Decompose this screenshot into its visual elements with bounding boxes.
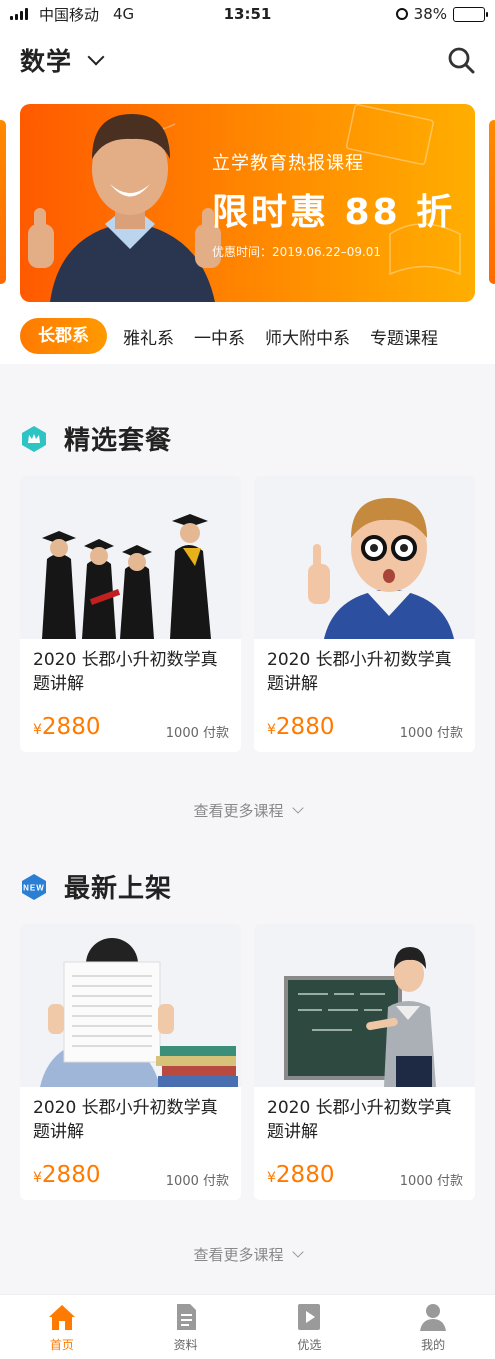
bottom-navigation: 首页 资料 优选 我的 xyxy=(0,1294,495,1359)
currency-symbol: ¥ xyxy=(267,1170,276,1186)
course-card[interactable]: 2020 长郡小升初数学真题讲解 ¥2880 1000 付款 xyxy=(20,476,241,752)
next-banner-peek[interactable] xyxy=(489,120,495,284)
price-value: 2880 xyxy=(275,714,335,740)
course-price: ¥2880 xyxy=(267,1162,334,1188)
price-value: 2880 xyxy=(41,1162,101,1188)
paid-count: 1000 付款 xyxy=(399,726,463,741)
featured-title: 精选套餐 xyxy=(64,426,173,456)
graduates-photo xyxy=(20,476,241,639)
tab-shidafuzhong[interactable]: 师大附中系 xyxy=(261,324,354,349)
teacher-at-blackboard-photo xyxy=(254,924,475,1087)
course-card[interactable]: 2020 长郡小升初数学真题讲解 ¥2880 1000 付款 xyxy=(254,476,475,752)
clock: 13:51 xyxy=(223,5,272,23)
chevron-down-icon[interactable] xyxy=(87,48,105,66)
course-price: ¥2880 xyxy=(33,714,100,740)
currency-symbol: ¥ xyxy=(33,1170,42,1186)
currency-symbol: ¥ xyxy=(33,722,42,738)
featured-section-title: 精选套餐 xyxy=(20,420,172,457)
paid-count: 1000 付款 xyxy=(165,1174,229,1189)
battery-icon xyxy=(453,6,488,22)
subject-selector[interactable]: 数学 xyxy=(20,42,72,78)
user-icon xyxy=(420,1304,447,1331)
banner-carousel[interactable]: 立学教育热报课程 限时惠 88 折 优惠时间：2019.06.22–09.01 xyxy=(0,92,495,308)
network-type: 4G xyxy=(113,5,135,23)
nav-label: 资料 xyxy=(173,1338,198,1352)
nav-label: 首页 xyxy=(49,1338,74,1352)
student-with-test-paper-photo xyxy=(20,924,241,1087)
featured-see-more[interactable]: 查看更多课程 xyxy=(0,800,495,821)
paid-count: 1000 付款 xyxy=(165,726,229,741)
tab-changjun[interactable]: 长郡系 xyxy=(20,318,107,354)
nav-home[interactable]: 首页 xyxy=(0,1295,124,1359)
banner-subtitle: 立学教育热报课程 xyxy=(212,153,364,174)
paid-count: 1000 付款 xyxy=(399,1174,463,1189)
alarm-icon xyxy=(395,8,408,20)
status-bar: 中国移动 4G 13:51 38% xyxy=(0,0,495,28)
course-title: 2020 长郡小升初数学真题讲解 xyxy=(267,650,452,694)
signal-icon xyxy=(10,8,28,20)
course-card[interactable]: 2020 长郡小升初数学真题讲解 ¥2880 1000 付款 xyxy=(20,924,241,1200)
nav-label: 我的 xyxy=(421,1338,446,1352)
nav-mine[interactable]: 我的 xyxy=(371,1295,495,1359)
course-title: 2020 长郡小升初数学真题讲解 xyxy=(33,1098,218,1142)
tab-yizhong[interactable]: 一中系 xyxy=(190,324,249,349)
newest-see-more[interactable]: 查看更多课程 xyxy=(0,1244,495,1265)
see-more-label: 查看更多课程 xyxy=(193,1246,284,1264)
prev-banner-peek[interactable] xyxy=(0,120,6,284)
header: 数学 xyxy=(0,28,495,92)
tab-special-courses[interactable]: 专题课程 xyxy=(366,324,442,349)
video-book-icon xyxy=(298,1304,321,1330)
school-tabs: 长郡系 雅礼系 一中系 师大附中系 专题课程 xyxy=(0,308,495,364)
crown-icon xyxy=(22,425,46,452)
nav-materials[interactable]: 资料 xyxy=(124,1295,248,1359)
nav-picks[interactable]: 优选 xyxy=(248,1295,372,1359)
tab-yali[interactable]: 雅礼系 xyxy=(119,324,178,349)
search-icon[interactable] xyxy=(447,46,475,74)
see-more-label: 查看更多课程 xyxy=(193,802,284,820)
new-badge-text: NEW xyxy=(23,883,45,892)
promo-banner[interactable]: 立学教育热报课程 限时惠 88 折 优惠时间：2019.06.22–09.01 xyxy=(20,104,475,302)
nav-label: 优选 xyxy=(297,1338,322,1352)
document-icon xyxy=(176,1304,196,1330)
newest-section-title: NEW 最新上架 xyxy=(20,868,172,905)
battery-percent: 38% xyxy=(413,5,447,23)
carrier: 中国移动 xyxy=(39,5,100,24)
course-price: ¥2880 xyxy=(267,714,334,740)
price-value: 2880 xyxy=(41,714,101,740)
banner-date: 优惠时间：2019.06.22–09.01 xyxy=(212,245,382,259)
new-badge-icon: NEW xyxy=(22,873,46,900)
course-card[interactable]: 2020 长郡小升初数学真题讲解 ¥2880 1000 付款 xyxy=(254,924,475,1200)
boy-with-glasses-photo xyxy=(254,476,475,639)
currency-symbol: ¥ xyxy=(267,722,276,738)
newest-title: 最新上架 xyxy=(64,874,173,904)
chevron-down-icon xyxy=(291,1246,304,1258)
teacher-thumbs-up-photo xyxy=(28,114,221,302)
course-title: 2020 长郡小升初数学真题讲解 xyxy=(33,650,218,694)
home-icon xyxy=(48,1305,75,1330)
price-value: 2880 xyxy=(275,1162,335,1188)
course-price: ¥2880 xyxy=(33,1162,100,1188)
course-title: 2020 长郡小升初数学真题讲解 xyxy=(267,1098,452,1142)
chevron-down-icon xyxy=(291,802,304,814)
banner-title: 限时惠 88 折 xyxy=(212,192,456,233)
